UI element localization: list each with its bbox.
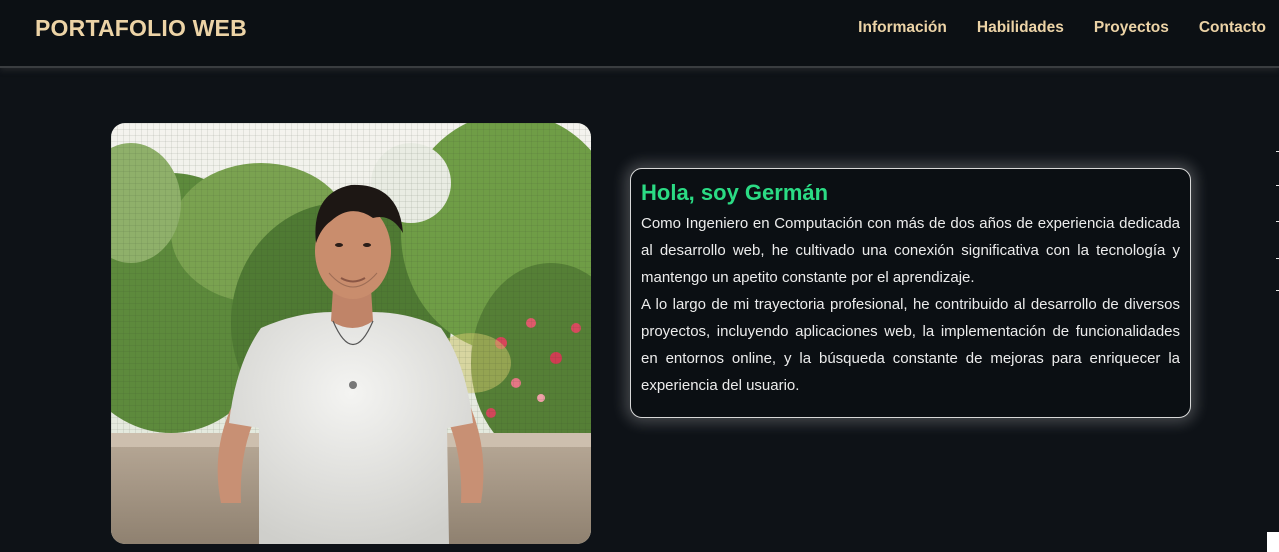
nav-link-contacto[interactable]: Contacto xyxy=(1199,19,1266,36)
site-brand[interactable]: PORTAFOLIO WEB xyxy=(35,15,247,42)
greeting-heading: Hola, soy Germán xyxy=(641,180,829,205)
corner-widget xyxy=(1267,532,1279,552)
profile-photo xyxy=(111,123,591,544)
bio-paragraph-2: A lo largo de mi trayectoria profesional… xyxy=(641,296,1180,394)
nav-menu: Información Habilidades Proyectos Contac… xyxy=(858,19,1266,37)
nav-link-informacion[interactable]: Información xyxy=(858,19,947,36)
nav-link-habilidades[interactable]: Habilidades xyxy=(977,19,1064,36)
nav-link-proyectos[interactable]: Proyectos xyxy=(1094,19,1169,36)
top-navbar: PORTAFOLIO WEB Información Habilidades P… xyxy=(0,0,1279,68)
about-card: Hola, soy Germán Como Ingeniero en Compu… xyxy=(630,168,1191,418)
bio-paragraph-1: Como Ingeniero en Computación con más de… xyxy=(641,215,1180,286)
